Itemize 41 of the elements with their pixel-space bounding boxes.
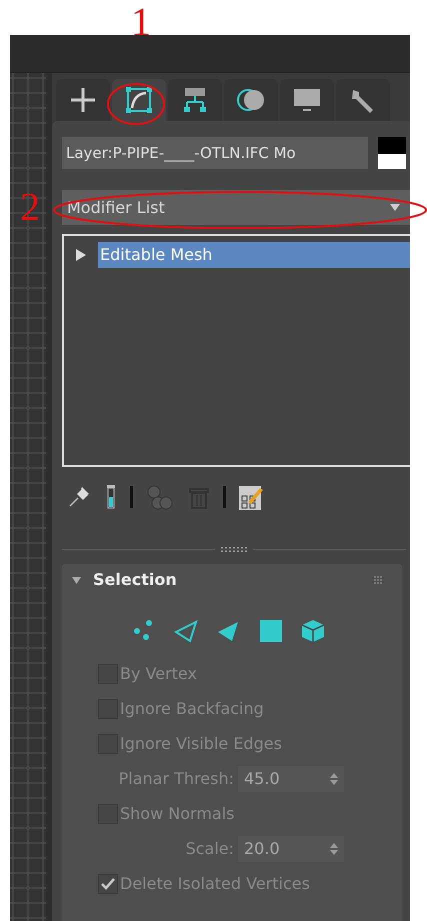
modifier-list-dropdown[interactable]: Modifier List — [62, 190, 410, 225]
command-panel-tab[interactable] — [280, 79, 334, 121]
separator-bar — [223, 484, 226, 510]
command-panel-tab[interactable] — [56, 79, 110, 121]
stack-item[interactable]: Editable Mesh — [98, 242, 410, 268]
spinner-arrows-icon[interactable] — [330, 842, 338, 856]
hierarchy-icon — [181, 86, 209, 114]
command-panel-tab[interactable] — [224, 79, 278, 121]
circles-icon — [237, 86, 265, 114]
checkbox-label: Ignore Visible Edges — [120, 733, 282, 755]
monitor-icon — [293, 86, 321, 114]
checkbox-label: Delete Isolated Vertices — [120, 873, 310, 895]
object-name-field[interactable]: Layer:P-PIPE-____-OTLN.IFC Mo — [62, 137, 368, 169]
plus-icon — [69, 86, 97, 114]
annotation-ellipse — [106, 82, 168, 128]
square-icon[interactable] — [258, 618, 284, 644]
checkbox-label: Show Normals — [120, 803, 234, 825]
command-panel-tab[interactable] — [336, 79, 390, 121]
checkbox-label: Ignore Backfacing — [120, 698, 264, 720]
test-tube-icon[interactable] — [104, 484, 118, 510]
collapsed-arrow-icon[interactable] — [76, 249, 86, 261]
spinner-arrows-icon[interactable] — [330, 772, 338, 786]
modifier-list-label: Modifier List — [67, 196, 165, 218]
separator-bar — [130, 484, 133, 510]
curve-in-frame-icon — [125, 86, 153, 114]
annotation-number: 1 — [131, 2, 151, 42]
annotation-number: 2 — [20, 187, 40, 227]
triangle-outline-icon[interactable] — [174, 618, 200, 644]
command-panel-tab[interactable] — [168, 79, 222, 121]
rollout-header[interactable]: Selection — [62, 564, 402, 596]
grid-pencil-icon[interactable] — [238, 484, 264, 510]
drag-handle-icon — [221, 547, 247, 552]
object-color-swatch[interactable] — [378, 137, 406, 169]
rollout-title: Selection — [93, 569, 178, 591]
checkbox-label: By Vertex — [120, 663, 197, 685]
spinner-label: Scale: — [186, 838, 234, 860]
cube-icon[interactable] — [300, 618, 326, 644]
drag-grip-icon — [374, 576, 382, 584]
spinner-label: Planar Thresh: — [118, 768, 234, 790]
dropdown-arrow-icon — [390, 204, 400, 211]
command-panel-tab[interactable] — [112, 79, 166, 121]
